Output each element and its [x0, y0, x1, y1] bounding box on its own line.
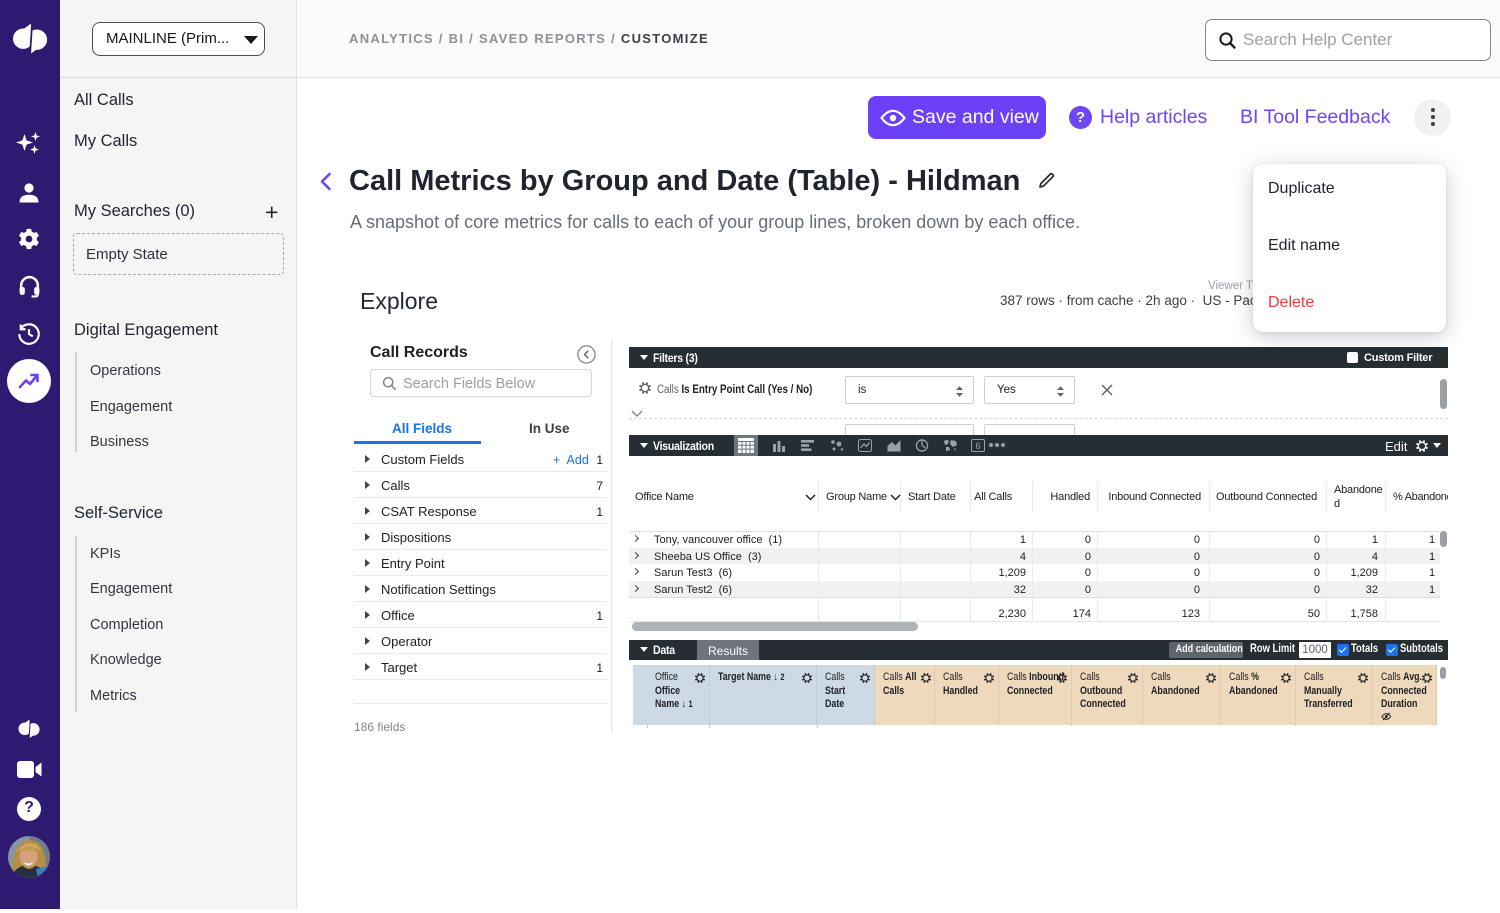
svg-text:6: 6 [975, 441, 980, 452]
